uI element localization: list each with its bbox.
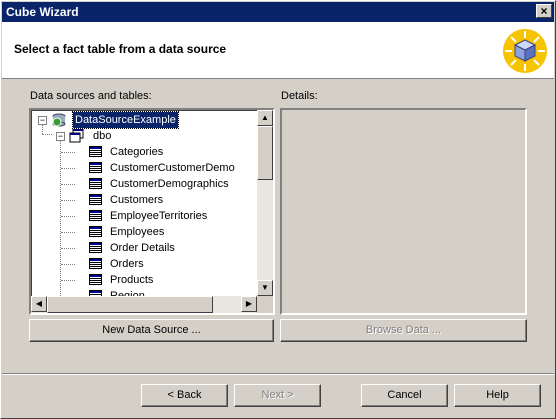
tree-item-label: CustomerDemographics (110, 178, 229, 190)
tree-item-label: Region (110, 290, 145, 296)
browse-data-label: Browse Data ... (365, 324, 442, 336)
window-title: Cube Wizard (6, 5, 79, 19)
data-source-icon (52, 113, 66, 127)
page-heading: Select a fact table from a data source (14, 42, 227, 56)
scroll-left-icon[interactable]: ◀ (31, 296, 47, 312)
table-icon (89, 210, 102, 221)
next-label: Next > (261, 389, 294, 401)
table-icon (89, 162, 102, 173)
tree-item-label: DataSourceExample (72, 111, 179, 129)
help-button[interactable]: Help (454, 384, 541, 407)
cube-wizard-icon (503, 29, 547, 73)
table-icon (89, 226, 102, 237)
collapse-icon[interactable]: − (56, 132, 65, 141)
tree-item-label: Employees (110, 226, 165, 238)
close-icon: × (540, 4, 548, 18)
close-button[interactable]: × (536, 4, 552, 18)
scroll-right-icon[interactable]: ▶ (241, 296, 257, 312)
table-icon (89, 274, 102, 285)
schema-icon (69, 129, 84, 143)
tree-item-label: EmployeeTerritories (110, 210, 208, 222)
scroll-up-icon[interactable]: ▲ (257, 110, 273, 126)
title-bar[interactable]: Cube Wizard × (2, 2, 554, 22)
tree-item-label: Categories (110, 146, 164, 158)
table-icon (89, 194, 102, 205)
tree-item-label: Orders (110, 258, 144, 270)
tree-vertical-scrollbar[interactable]: ▲ ▼ (257, 110, 273, 296)
details-label: Details: (281, 90, 318, 102)
cancel-label: Cancel (387, 389, 422, 401)
vertical-scroll-thumb[interactable] (257, 126, 273, 180)
wizard-header: Select a fact table from a data source (2, 22, 554, 79)
new-data-source-label: New Data Source ... (102, 324, 201, 336)
table-icon (89, 258, 102, 269)
tree-item-label: Customers (110, 194, 164, 206)
sources-label: Data sources and tables: (30, 90, 152, 102)
browse-data-button[interactable]: Browse Data ... (280, 319, 527, 342)
next-button[interactable]: Next > (234, 384, 321, 407)
horizontal-scroll-thumb[interactable] (47, 296, 213, 313)
help-label: Help (486, 389, 509, 401)
tree-item-label: Products (110, 274, 154, 286)
tree-horizontal-scrollbar[interactable]: ◀ ▶ (31, 296, 257, 313)
footer-separator (2, 373, 554, 375)
cancel-button[interactable]: Cancel (361, 384, 448, 407)
source-tree[interactable]: − DataSourceExample − dbo Categories Cus… (29, 108, 275, 315)
cube-wizard-window: Cube Wizard × Select a fact table from a… (0, 0, 556, 419)
back-label: < Back (167, 389, 202, 401)
tree-item-label: CustomerCustomerDemo (110, 162, 235, 174)
tree-item-label: dbo (93, 130, 112, 142)
table-icon (89, 242, 102, 253)
tree-viewport: − DataSourceExample − dbo Categories Cus… (31, 110, 257, 296)
table-icon (89, 178, 102, 189)
tree-item-label: Order Details (110, 242, 175, 254)
details-panel (280, 108, 527, 315)
new-data-source-button[interactable]: New Data Source ... (29, 319, 274, 342)
scrollbar-corner (257, 296, 273, 313)
table-icon (89, 146, 102, 157)
back-button[interactable]: < Back (141, 384, 228, 407)
collapse-icon[interactable]: − (38, 116, 47, 125)
scroll-down-icon[interactable]: ▼ (257, 280, 273, 296)
